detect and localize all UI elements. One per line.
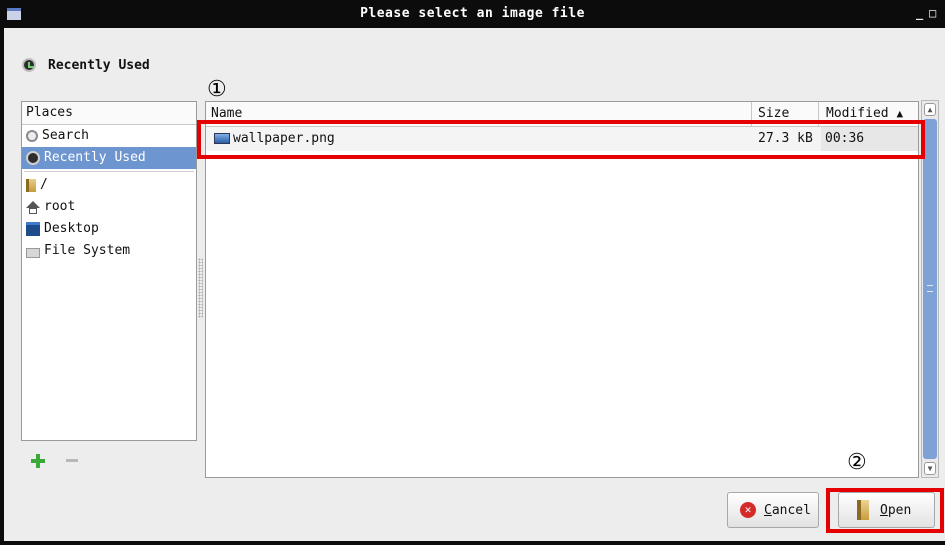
sidebar-item-label: Desktop: [44, 221, 99, 236]
cancel-icon: ✕: [740, 502, 756, 518]
scrollbar-grip-icon: [927, 285, 933, 292]
sidebar-item-recently-used[interactable]: Recently Used: [22, 147, 196, 169]
column-header-label: Name: [211, 106, 243, 121]
annotation-highlight-file-row: [197, 120, 925, 159]
column-header-label: Modified: [826, 106, 889, 121]
column-header-label: Size: [758, 106, 790, 121]
sidebar-item-label: root: [44, 199, 76, 214]
sidebar-item-root-folder[interactable]: /: [22, 174, 196, 196]
recently-used-icon: [26, 151, 40, 165]
places-header-label: Places: [26, 105, 73, 120]
sidebar-item-desktop[interactable]: Desktop: [22, 218, 196, 240]
minimize-button[interactable]: _: [916, 6, 923, 20]
annotation-marker-2: ②: [847, 450, 867, 475]
sidebar-item-label: /: [40, 177, 48, 192]
recently-used-icon: [22, 58, 36, 72]
annotation-highlight-open-button: [826, 488, 944, 533]
maximize-button[interactable]: □: [929, 6, 936, 20]
desktop-icon: [26, 222, 40, 236]
remove-icon[interactable]: [66, 459, 78, 462]
scroll-down-icon[interactable]: ▼: [924, 462, 936, 475]
location-label: Recently Used: [48, 57, 150, 73]
sidebar-item-search[interactable]: Search: [22, 125, 196, 147]
places-header[interactable]: Places: [22, 102, 196, 125]
places-divider: [24, 171, 194, 172]
cancel-button-label: Cancel: [764, 502, 811, 518]
sidebar-item-file-system[interactable]: File System: [22, 240, 196, 262]
sidebar-item-label: Search: [42, 128, 89, 143]
window-frame-left: [0, 28, 4, 545]
places-panel: Places Search Recently Used / root Deskt…: [21, 101, 197, 441]
drive-icon: [26, 248, 40, 258]
sidebar-item-label: File System: [44, 243, 131, 258]
search-icon: [26, 130, 38, 142]
add-icon[interactable]: [31, 454, 45, 468]
sidebar-item-label: Recently Used: [44, 150, 146, 165]
home-icon: [26, 200, 40, 214]
window-title: Please select an image file: [360, 6, 585, 21]
location-bar: Recently Used: [22, 55, 150, 75]
scroll-up-icon[interactable]: ▲: [924, 103, 936, 116]
annotation-marker-1: ①: [207, 77, 227, 102]
pane-resize-handle[interactable]: [198, 258, 203, 318]
scrollbar-thumb[interactable]: [923, 119, 937, 459]
title-bar: Please select an image file _ □: [0, 0, 945, 28]
places-toolbar: [21, 446, 197, 474]
folder-icon: [26, 178, 36, 192]
window-frame-bottom: [0, 541, 945, 545]
cancel-button[interactable]: ✕ Cancel: [727, 492, 819, 528]
sort-ascending-icon: ▲: [896, 107, 904, 120]
sidebar-item-home[interactable]: root: [22, 196, 196, 218]
